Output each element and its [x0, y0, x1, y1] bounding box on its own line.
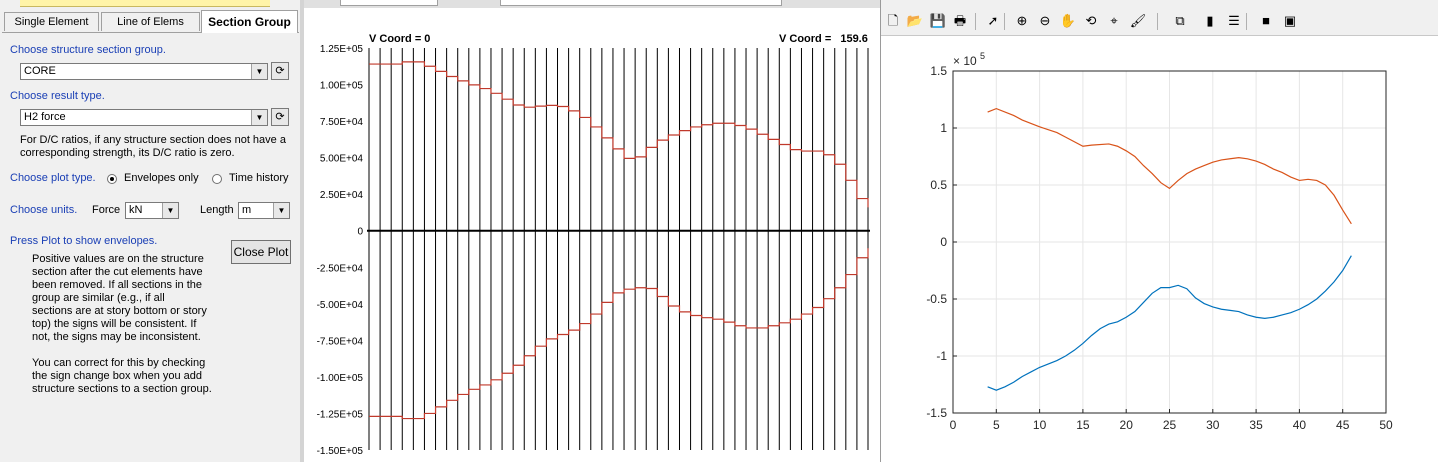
link-plot-icon[interactable]: ⧉ — [1171, 12, 1189, 30]
chevron-down-icon: ▼ — [251, 110, 267, 125]
pointer-arrow-icon[interactable]: ➚ — [984, 12, 1002, 30]
time-history-label: Time history — [229, 172, 289, 184]
y-tick-label: 0.5 — [930, 178, 947, 192]
y-tick-label: 0 — [940, 235, 947, 249]
section-group-label: Choose structure section group. — [10, 44, 166, 56]
brush-icon[interactable]: 🖌 — [1129, 12, 1147, 30]
title-strip — [20, 0, 270, 7]
y-tick-label: -2.50E+04 — [317, 263, 364, 274]
rotate-3d-icon[interactable]: ⟲ — [1082, 12, 1100, 30]
result-type-value: H2 force — [24, 111, 66, 123]
y-tick-label: 7.50E+04 — [320, 117, 364, 128]
close-plot-button[interactable]: Close Plot — [231, 240, 291, 264]
negative-envelope-step-curve — [369, 248, 869, 420]
x-tick-label: 10 — [1033, 418, 1047, 432]
toolbar-separator — [975, 13, 976, 30]
tab-single-element[interactable]: Single Element — [4, 12, 99, 31]
units-label: Choose units. — [10, 204, 78, 216]
chevron-down-icon: ▼ — [251, 64, 267, 79]
length-label: Length — [200, 204, 234, 216]
refresh-result-type-button[interactable]: ⟳ — [271, 108, 289, 126]
length-unit-value: m — [242, 204, 252, 216]
result-type-label: Choose result type. — [10, 90, 105, 102]
y-tick-label: -7.50E+04 — [317, 336, 364, 347]
plot-type-label: Choose plot type. — [10, 172, 96, 184]
y-tick-label: 2.50E+04 — [320, 190, 364, 201]
length-unit-select[interactable]: m ▼ — [238, 202, 290, 219]
y-tick-label: 1.5 — [930, 64, 947, 78]
legend-icon[interactable]: ☰ — [1225, 12, 1243, 30]
show-plot-tools-icon[interactable]: ▣ — [1281, 12, 1299, 30]
y-tick-label: -1.25E+05 — [317, 409, 364, 420]
data-cursor-icon[interactable]: ⌖ — [1105, 12, 1123, 30]
x-tick-label: 20 — [1120, 418, 1134, 432]
open-folder-icon[interactable]: 📂 — [906, 12, 924, 30]
envelopes-only-label: Envelopes only — [124, 172, 199, 184]
x-tick-label: 40 — [1293, 418, 1307, 432]
x-tick-label: 30 — [1206, 418, 1220, 432]
positive-envelope-step-curve — [369, 61, 869, 208]
x-tick-label: 5 — [993, 418, 1000, 432]
x-tick-label: 0 — [950, 418, 957, 432]
save-icon[interactable]: 💾 — [929, 12, 947, 30]
tab-line-of-elems[interactable]: Line of Elems — [101, 12, 200, 31]
refresh-section-group-button[interactable]: ⟳ — [271, 62, 289, 80]
hide-plot-tools-icon[interactable]: ■ — [1257, 12, 1275, 30]
x-tick-label: 45 — [1336, 418, 1350, 432]
force-unit-select[interactable]: kN ▼ — [125, 202, 179, 219]
y-tick-label: -1.00E+05 — [317, 373, 364, 384]
zoom-in-icon[interactable]: ⊕ — [1013, 12, 1031, 30]
print-icon[interactable]: 🖶 — [951, 12, 969, 30]
x-tick-label: 15 — [1076, 418, 1090, 432]
toolbar-separator — [1004, 13, 1005, 30]
dc-ratio-note: For D/C ratios, if any structure section… — [20, 134, 286, 159]
section-group-value: CORE — [24, 65, 56, 77]
figure-background — [881, 36, 1438, 462]
y-tick-label: 1.00E+05 — [320, 81, 364, 92]
force-label: Force — [92, 204, 121, 216]
y-tick-label: -1.5 — [926, 406, 947, 420]
time-history-radio[interactable] — [212, 174, 222, 184]
y-tick-label: -5.00E+04 — [317, 300, 364, 311]
result-type-select[interactable]: H2 force ▼ — [20, 109, 268, 126]
section-group-panel: Single Element Line of Elems Section Gro… — [0, 0, 300, 462]
new-file-icon[interactable]: 🗋 — [884, 12, 902, 30]
y-exponent-label: × 10 — [953, 54, 977, 68]
y-tick-label: 5.00E+04 — [320, 154, 364, 165]
toolbar-separator — [1246, 13, 1247, 30]
y-tick-label: 1 — [940, 121, 947, 135]
force-unit-value: kN — [129, 204, 143, 216]
info-text-signs: Positive values are on the structure sec… — [32, 253, 207, 343]
y-tick-label: -0.5 — [926, 292, 947, 306]
press-plot-label: Press Plot to show envelopes. — [10, 235, 158, 247]
y-tick-label: 1.25E+05 — [320, 44, 364, 55]
matlab-figure-axes: 0 5 10 15 20 25 30 35 40 45 50 1.5 1 0.5 0 -0.5 -1 -1.5 × … — [881, 36, 1438, 462]
y-exponent-power: 5 — [980, 51, 985, 61]
chevron-down-icon: ▼ — [162, 203, 178, 218]
y-tick-label: -1 — [936, 349, 947, 363]
envelope-plot: 1.25E+05 1.00E+05 7.50E+04 5.00E+04 2.50E+04… — [317, 44, 870, 457]
chevron-down-icon: ▼ — [273, 203, 289, 218]
section-group-select[interactable]: CORE ▼ — [20, 63, 268, 80]
pan-hand-icon[interactable]: ✋ — [1059, 12, 1077, 30]
figure-toolbar: 🗋 📂 💾 🖶 ➚ ⊕ ⊖ ✋ ⟲ ⌖ 🖌 ⧉ ▮ ☰ ■ ▣ — [881, 0, 1438, 34]
y-tick-label: 0 — [357, 227, 363, 238]
envelopes-only-radio[interactable] — [107, 174, 117, 184]
tab-section-group[interactable]: Section Group — [201, 10, 298, 33]
toolbar-separator — [1157, 13, 1158, 30]
info-text-sign-change: You can correct for this by checking the… — [32, 357, 212, 395]
zoom-out-icon[interactable]: ⊖ — [1036, 12, 1054, 30]
x-tick-label: 25 — [1163, 418, 1177, 432]
colorbar-icon[interactable]: ▮ — [1201, 12, 1219, 30]
x-tick-label: 35 — [1249, 418, 1263, 432]
x-tick-label: 50 — [1379, 418, 1393, 432]
y-tick-label: -1.50E+05 — [317, 446, 364, 457]
